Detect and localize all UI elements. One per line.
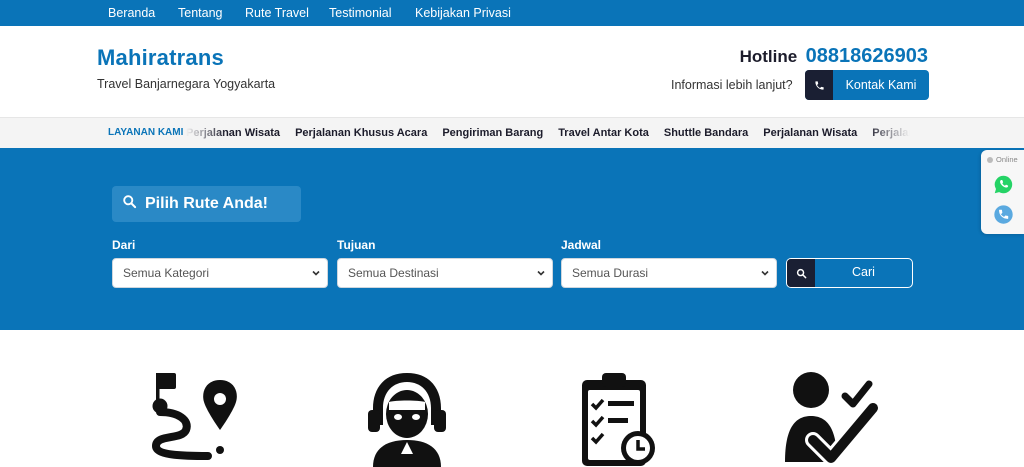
service-item[interactable]: Perjalanan Khusus Acara [295, 118, 427, 148]
schedule-label: Jadwal [561, 238, 602, 252]
online-status: Online [987, 155, 1018, 164]
search-button[interactable]: Cari [786, 258, 913, 288]
services-ticker: Perjalanan Wisata Perjalanan Khusus Acar… [186, 118, 910, 148]
search-button-label: Cari [852, 265, 875, 279]
from-select[interactable]: Semua Kategori [112, 258, 328, 288]
service-item[interactable]: Perjalanan Khusus Acara [872, 118, 910, 148]
nav-link-kebijakan-privasi[interactable]: Kebijakan Privasi [415, 0, 511, 26]
online-status-label: Online [996, 155, 1018, 164]
route-map-icon [148, 370, 242, 467]
floating-contact-panel: Online [981, 150, 1024, 234]
search-icon [787, 259, 815, 287]
site-tagline: Travel Banjarnegara Yogyakarta [97, 77, 276, 91]
route-search-section: Pilih Rute Anda! Dari Tujuan Jadwal Semu… [0, 148, 1024, 330]
chevron-down-icon [760, 259, 770, 287]
nav-link-testimonial[interactable]: Testimonial [329, 0, 392, 26]
from-select-value: Semua Kategori [123, 266, 210, 280]
schedule-select-value: Semua Durasi [572, 266, 649, 280]
services-strip: LAYANAN KAMI Perjalanan Wisata Perjalana… [0, 117, 1024, 148]
site-logo[interactable]: Mahiratrans [97, 45, 224, 71]
to-select[interactable]: Semua Destinasi [337, 258, 553, 288]
route-search-heading: Pilih Rute Anda! [112, 186, 301, 222]
chevron-down-icon [311, 259, 321, 287]
schedule-select[interactable]: Semua Durasi [561, 258, 777, 288]
hotline: Hotline 08818626903 [740, 45, 928, 68]
top-navigation: Beranda Tentang Rute Travel Testimonial … [0, 0, 1024, 26]
nav-link-rute-travel[interactable]: Rute Travel [245, 0, 309, 26]
hotline-label: Hotline [739, 47, 798, 66]
chevron-down-icon [536, 259, 546, 287]
service-item[interactable]: Perjalanan Wisata [763, 118, 857, 148]
phone-icon[interactable] [993, 204, 1014, 225]
services-title: LAYANAN KAMI [108, 127, 184, 138]
service-item[interactable]: Travel Antar Kota [558, 118, 649, 148]
contact-button-label: Kontak Kami [845, 78, 917, 92]
route-search-title: Pilih Rute Anda! [145, 195, 268, 212]
verified-person-icon [783, 370, 881, 467]
status-dot [987, 156, 993, 163]
whatsapp-icon[interactable] [993, 174, 1014, 195]
from-label: Dari [112, 238, 136, 252]
service-item[interactable]: Pengiriman Barang [442, 118, 543, 148]
service-item[interactable]: Shuttle Bandara [664, 118, 748, 148]
service-item[interactable]: Perjalanan Wisata [186, 118, 280, 148]
contact-button[interactable]: Kontak Kami [805, 70, 929, 100]
schedule-checklist-icon [580, 370, 658, 467]
to-select-value: Semua Destinasi [348, 266, 439, 280]
phone-icon [805, 70, 833, 100]
customer-support-icon [365, 370, 449, 467]
hotline-number[interactable]: 08818626903 [806, 45, 928, 67]
nav-link-beranda[interactable]: Beranda [108, 0, 155, 26]
info-text: Informasi lebih lanjut? [671, 78, 793, 92]
to-label: Tujuan [337, 238, 376, 252]
search-icon [122, 194, 137, 214]
nav-link-tentang[interactable]: Tentang [178, 0, 222, 26]
